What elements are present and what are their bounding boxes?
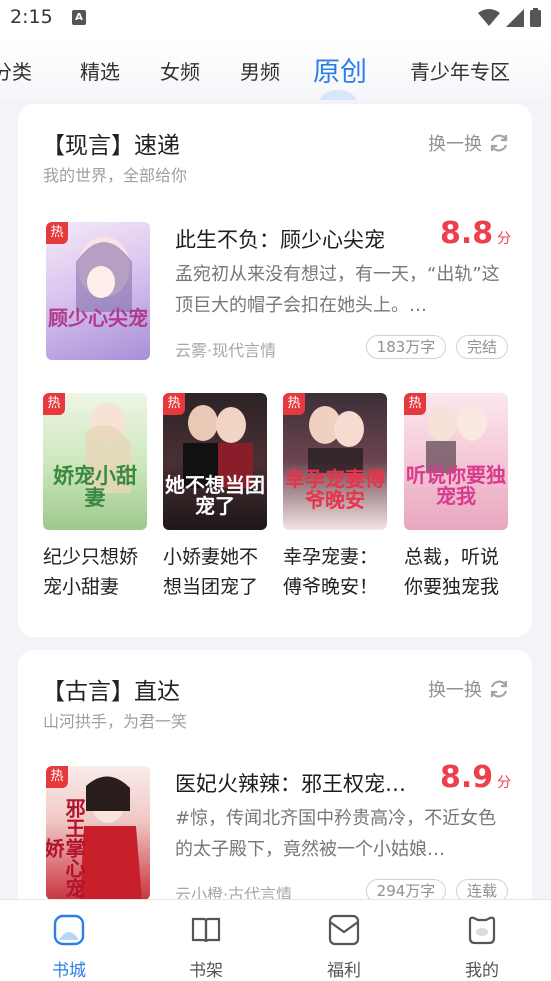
section-title: 【现言】速递 [42,133,180,159]
book-score: 8.9 分 [440,760,512,795]
cover-title-text: 幸孕宠妻傅爷晚安 [285,467,385,512]
section-card-modern-romance: 【现言】速递 我的世界，全部给你 换一换 顾少心尖宠 热 此生不负：顾少心尖宠 … [18,104,532,637]
tab-male[interactable]: 男频 [240,56,280,85]
hot-badge: 热 [404,393,426,415]
grid-book-title[interactable]: 总裁，听说你要独宠我 [404,542,512,602]
featured-book-description: 孟宛初从来没有想过，有一天，“出轨”这顶巨大的帽子会扣在她头上。… [175,264,500,316]
grid-book-title[interactable]: 小娇妻她不想当团宠了 [163,542,271,602]
category-tab-bar: 分类 精选 女频 男频 原创 青少年专区 [0,36,551,100]
tab-category[interactable]: 分类 [0,56,32,85]
grid-book-title[interactable]: 纪少只想娇宠小甜妻 [43,542,151,602]
refresh-button[interactable]: 换一换 [428,130,510,156]
nav-bookstore[interactable]: 书城 [29,914,109,981]
bottom-navigation: 书城 书架 福利 我的 [0,899,551,981]
wifi-icon [478,8,500,26]
refresh-label: 换一换 [428,134,482,155]
section-card-ancient-romance: 【古言】直达 山河拱手，为君一笑 换一换 邪王掌心宠娇 热 医妃火辣辣：邪王权宠… [18,650,532,910]
featured-book-cover[interactable]: 邪王掌心宠娇 热 [46,766,150,900]
hot-badge: 热 [283,393,305,415]
grid-book-title[interactable]: 幸孕宠妻：傅爷晚安！ [283,542,391,602]
tab-female[interactable]: 女频 [160,56,200,85]
refresh-icon [490,134,508,152]
book-cover[interactable]: 娇宠小甜妻 热 [43,393,147,530]
nav-welfare[interactable]: 福利 [304,914,384,981]
nav-label: 书城 [52,961,86,981]
featured-book-description: #惊，传闻北齐国中矜贵高冷，不近女色的太子殿下，竟然被一个小姑娘… [175,808,497,860]
refresh-button[interactable]: 换一换 [428,676,510,702]
signal-icon [506,8,524,27]
hot-badge: 热 [46,766,68,788]
nav-label: 书架 [189,961,223,981]
cover-title-text: 娇宠小甜妻 [53,463,137,511]
battery-icon [530,8,541,27]
hot-badge: 热 [43,393,65,415]
tab-featured[interactable]: 精选 [80,56,120,85]
book-cover[interactable]: 听说你要独宠我 热 [404,393,508,530]
hot-badge: 热 [163,393,185,415]
nav-profile[interactable]: 我的 [442,914,522,981]
tab-original[interactable]: 原创 [313,50,367,89]
hot-badge: 热 [46,222,68,244]
featured-book-cover[interactable]: 顾少心尖宠 热 [46,222,150,360]
cover-title-text: 顾少心尖宠 [48,306,148,330]
status-bar: 2:15 A [0,0,551,36]
bookstore-icon [53,914,85,946]
book-score: 8.8 分 [440,216,512,251]
gift-icon [328,914,360,946]
status-time: 2:15 [10,6,53,28]
status-badge: 完结 [456,335,508,359]
section-subtitle: 山河拱手，为君一笑 [43,712,188,731]
nav-label: 我的 [465,961,499,981]
nav-label: 福利 [327,961,361,981]
refresh-label: 换一换 [428,680,482,701]
section-title: 【古言】直达 [42,679,180,705]
active-tab-indicator [318,90,358,100]
book-cover[interactable]: 幸孕宠妻傅爷晚安 热 [283,393,387,530]
cover-title-text: 邪王掌心宠娇 [46,798,86,898]
notification-a-icon: A [72,10,86,25]
bookshelf-icon [191,917,221,943]
featured-book-title[interactable]: 医妃火辣辣：邪王权宠… [175,768,425,798]
status-icons [478,8,541,27]
refresh-icon [490,680,508,698]
nav-bookshelf[interactable]: 书架 [166,914,246,981]
book-cover[interactable]: 她不想当团宠了 热 [163,393,267,530]
tab-youth-zone[interactable]: 青少年专区 [410,56,510,85]
book-author-genre: 云雾·现代言情 [175,341,277,360]
section-subtitle: 我的世界，全部给你 [43,166,188,185]
featured-book-title[interactable]: 此生不负：顾少心尖宠 [175,224,415,254]
cover-title-text: 听说你要独宠我 [406,463,506,508]
word-count-badge: 183万字 [366,335,446,359]
profile-icon [468,916,496,945]
cover-title-text: 她不想当团宠了 [165,473,265,518]
